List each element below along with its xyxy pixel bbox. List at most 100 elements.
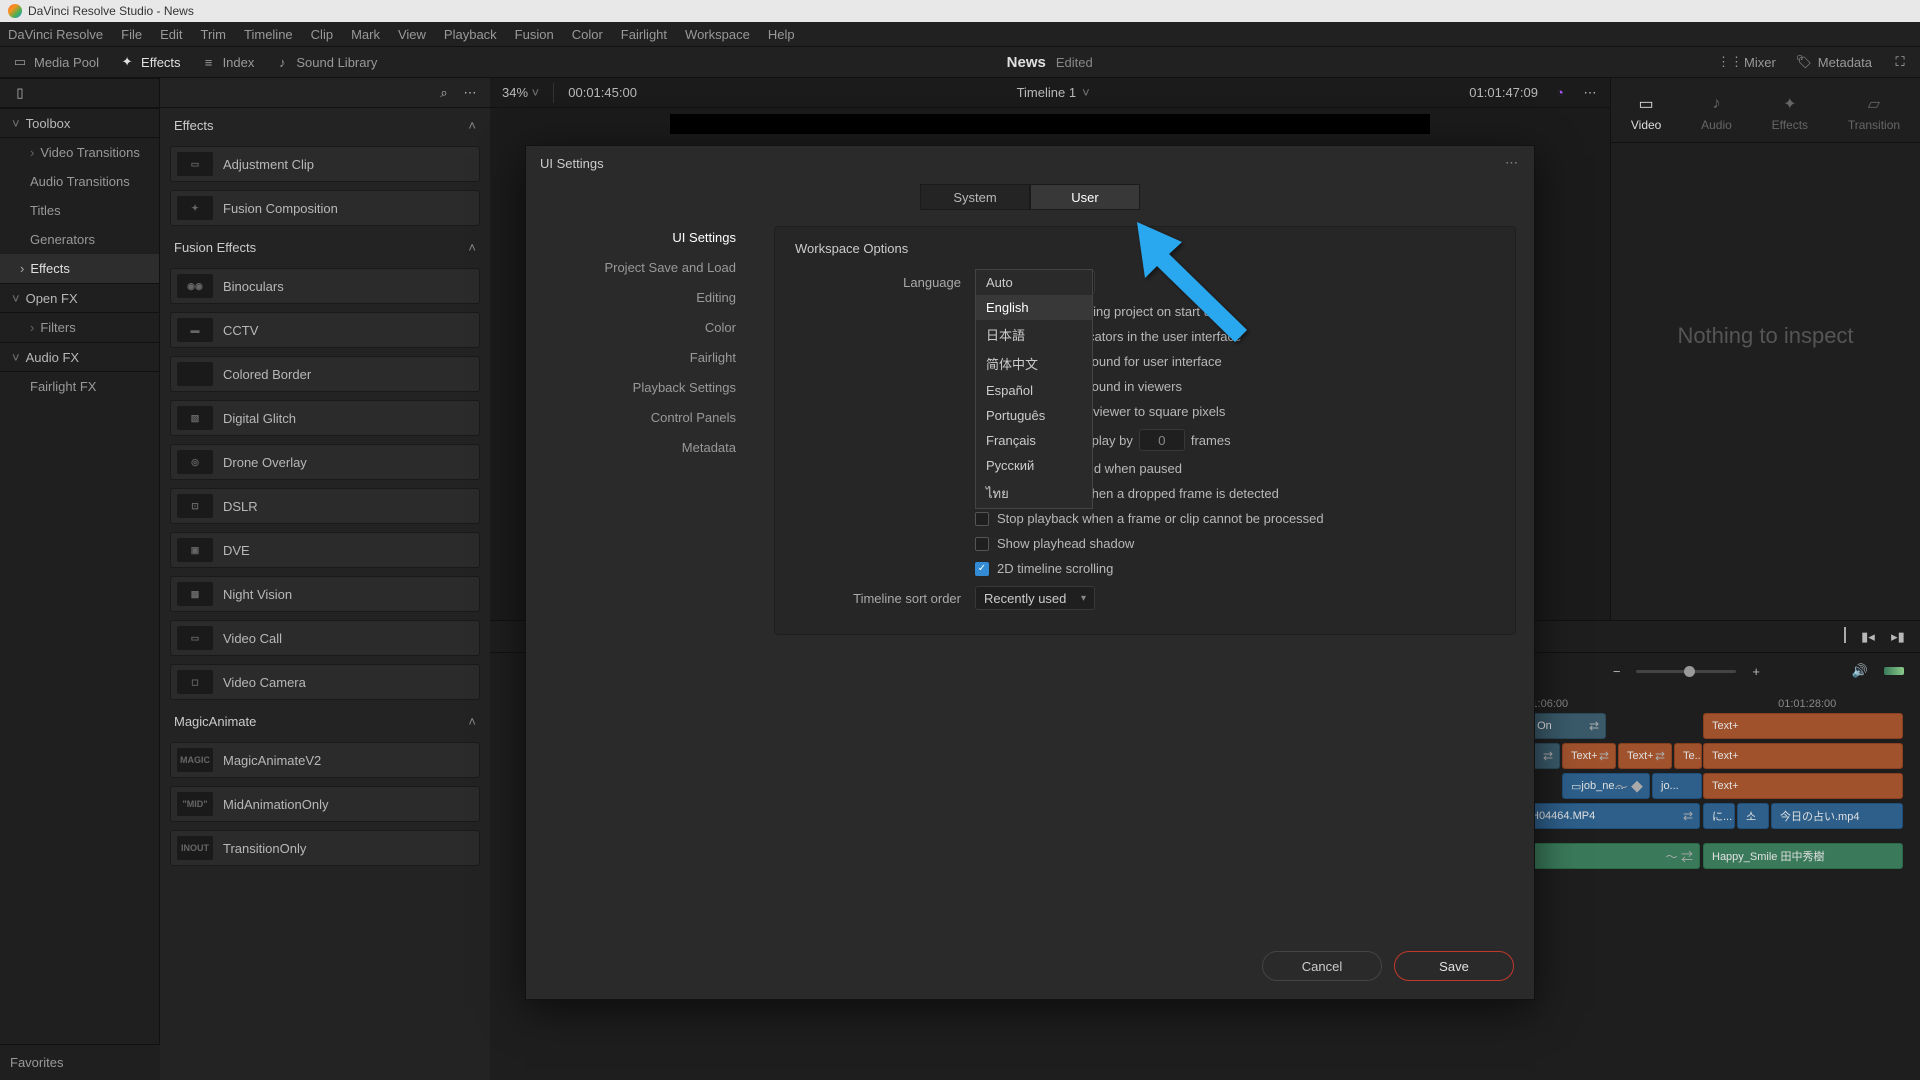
prefs-side-item[interactable]: Editing xyxy=(526,282,756,312)
timeline-clip[interactable]: Text+ xyxy=(1703,773,1903,799)
fx-item[interactable]: ▭Adjustment Clip xyxy=(170,146,480,182)
timeline-clip[interactable]: Te... xyxy=(1674,743,1702,769)
prefs-side-item[interactable]: UI Settings xyxy=(526,222,756,252)
inspector-tab-video[interactable]: ▭Video xyxy=(1631,94,1661,132)
checkbox[interactable]: ✓ xyxy=(975,562,989,576)
menu-item[interactable]: Fusion xyxy=(515,27,554,42)
mixer-button[interactable]: ⋮⋮ Mixer xyxy=(1722,54,1776,70)
zoom-select[interactable]: 34% ˅ xyxy=(502,85,539,100)
dropdown-item[interactable]: ไทย xyxy=(976,478,1092,509)
fullscreen-icon[interactable]: ⛶ xyxy=(1892,54,1908,70)
fx-item[interactable]: ◎Drone Overlay xyxy=(170,444,480,480)
menu-item[interactable]: Fairlight xyxy=(621,27,667,42)
fx-item[interactable]: ▬CCTV xyxy=(170,312,480,348)
index-button[interactable]: ≡ Index xyxy=(201,54,255,70)
timeline-clip[interactable]: Text+⇄ xyxy=(1562,743,1616,769)
dropdown-item[interactable]: Русский xyxy=(976,453,1092,478)
dropdown-item[interactable]: Auto xyxy=(976,270,1092,295)
fx-item[interactable]: ▭Video Call xyxy=(170,620,480,656)
fx-item[interactable]: ▩Night Vision xyxy=(170,576,480,612)
menu-item[interactable]: Edit xyxy=(160,27,182,42)
speaker-icon[interactable]: 🔊 xyxy=(1852,663,1868,679)
sidebar-item[interactable]: ›Filters xyxy=(0,313,159,342)
panel-header[interactable]: ▯ xyxy=(0,78,159,108)
dropdown-item[interactable]: Português xyxy=(976,403,1092,428)
menu-item[interactable]: File xyxy=(121,27,142,42)
prefs-side-item[interactable]: Playback Settings xyxy=(526,372,756,402)
menu-item[interactable]: Workspace xyxy=(685,27,750,42)
sound-library-button[interactable]: ♪ Sound Library xyxy=(274,54,377,70)
delay-frames-input[interactable] xyxy=(1139,429,1185,451)
zoom-out-button[interactable]: − xyxy=(1613,664,1621,679)
fx-item[interactable]: ▣DVE xyxy=(170,532,480,568)
language-dropdown[interactable]: Auto English 日本語 简体中文 Español Português … xyxy=(975,269,1093,509)
inspector-tab-transition[interactable]: ▱Transition xyxy=(1848,94,1900,132)
timeline-clip[interactable]: に... xyxy=(1703,803,1735,829)
fx-item[interactable]: MAGICMagicAnimateV2 xyxy=(170,742,480,778)
sidebar-item-effects[interactable]: ›Effects xyxy=(0,254,159,283)
openfx-header[interactable]: ˅ Open FX xyxy=(0,283,159,313)
menu-item[interactable]: Trim xyxy=(201,27,227,42)
prefs-tab-user[interactable]: User xyxy=(1030,184,1140,210)
toolbox-header[interactable]: ˅ Toolbox xyxy=(0,108,159,138)
dropdown-item[interactable]: Français xyxy=(976,428,1092,453)
dropdown-item[interactable]: English xyxy=(976,295,1092,320)
fx-group-header[interactable]: Fusion Effects ˄ xyxy=(160,230,490,264)
metadata-button[interactable]: 🏷 Metadata xyxy=(1796,54,1872,70)
dropdown-item[interactable]: 日本語 xyxy=(976,320,1092,349)
menu-item[interactable]: View xyxy=(398,27,426,42)
menu-item[interactable]: Timeline xyxy=(244,27,293,42)
cancel-button[interactable]: Cancel xyxy=(1262,951,1382,981)
dropdown-item[interactable]: 简体中文 xyxy=(976,349,1092,378)
sidebar-item[interactable]: ›Video Transitions xyxy=(0,138,159,167)
clip-controls-icon[interactable]: ⇄ xyxy=(1589,719,1599,733)
timeline-sort-select[interactable]: Recently used▾ xyxy=(975,586,1095,610)
fx-item[interactable]: ◻Video Camera xyxy=(170,664,480,700)
timeline-clip[interactable]: Text+ xyxy=(1703,743,1903,769)
clip-controls-icon[interactable]: ⇄ xyxy=(1543,749,1553,763)
fx-item[interactable]: "MID"MidAnimationOnly xyxy=(170,786,480,822)
save-button[interactable]: Save xyxy=(1394,951,1514,981)
menu-item[interactable]: Clip xyxy=(311,27,333,42)
timeline-clip[interactable]: ▭ job_ne...〜 ◆ xyxy=(1562,773,1650,799)
prefs-side-item[interactable]: Color xyxy=(526,312,756,342)
inspector-tab-effects[interactable]: ✦Effects xyxy=(1772,94,1808,132)
effects-button[interactable]: ✦ Effects xyxy=(119,54,181,70)
prev-marker-icon[interactable]: ▮◂ xyxy=(1860,629,1876,645)
checkbox[interactable] xyxy=(975,512,989,526)
favorites-section[interactable]: Favorites xyxy=(0,1044,160,1080)
menu-item[interactable]: Playback xyxy=(444,27,497,42)
more-icon[interactable]: ⋯ xyxy=(1582,85,1598,101)
prefs-side-item[interactable]: Control Panels xyxy=(526,402,756,432)
checkbox[interactable] xyxy=(975,537,989,551)
menu-item[interactable]: Mark xyxy=(351,27,380,42)
quick-export-icon[interactable]: ◔ xyxy=(1552,85,1568,101)
timeline-clip[interactable]: 소 xyxy=(1737,803,1769,829)
inspector-tab-audio[interactable]: ♪Audio xyxy=(1701,94,1732,132)
timeline-clip[interactable]: Text+ xyxy=(1703,713,1903,739)
menu-item[interactable]: Color xyxy=(572,27,603,42)
fx-item[interactable]: INOUTTransitionOnly xyxy=(170,830,480,866)
sidebar-item[interactable]: Generators xyxy=(0,225,159,254)
fx-group-header[interactable]: Effects ˄ xyxy=(160,108,490,142)
fx-item[interactable]: Colored Border xyxy=(170,356,480,392)
more-icon[interactable]: ⋯ xyxy=(462,85,478,101)
next-marker-icon[interactable]: ▸▮ xyxy=(1890,629,1906,645)
sidebar-item[interactable]: Titles xyxy=(0,196,159,225)
media-pool-button[interactable]: ▭ Media Pool xyxy=(12,54,99,70)
timeline-clip[interactable]: Happy_Smile 田中秀樹 xyxy=(1703,843,1903,869)
dialog-more-icon[interactable]: ⋯ xyxy=(1505,155,1520,171)
timeline-name[interactable]: Timeline 1 xyxy=(1017,85,1076,100)
prefs-side-item[interactable]: Project Save and Load xyxy=(526,252,756,282)
prefs-side-item[interactable]: Fairlight xyxy=(526,342,756,372)
audiofx-header[interactable]: ˅ Audio FX xyxy=(0,342,159,372)
fx-group-header[interactable]: MagicAnimate ˄ xyxy=(160,704,490,738)
timeline-clip[interactable]: 今日の占い.mp4 xyxy=(1771,803,1903,829)
timeline-clip[interactable]: Text+⇄ xyxy=(1618,743,1672,769)
dropdown-item[interactable]: Español xyxy=(976,378,1092,403)
menu-item[interactable]: DaVinci Resolve xyxy=(8,27,103,42)
prefs-side-item[interactable]: Metadata xyxy=(526,432,756,462)
zoom-slider[interactable] xyxy=(1636,670,1736,673)
search-icon[interactable]: ⌕ xyxy=(436,85,452,101)
fx-item[interactable]: ✦Fusion Composition xyxy=(170,190,480,226)
